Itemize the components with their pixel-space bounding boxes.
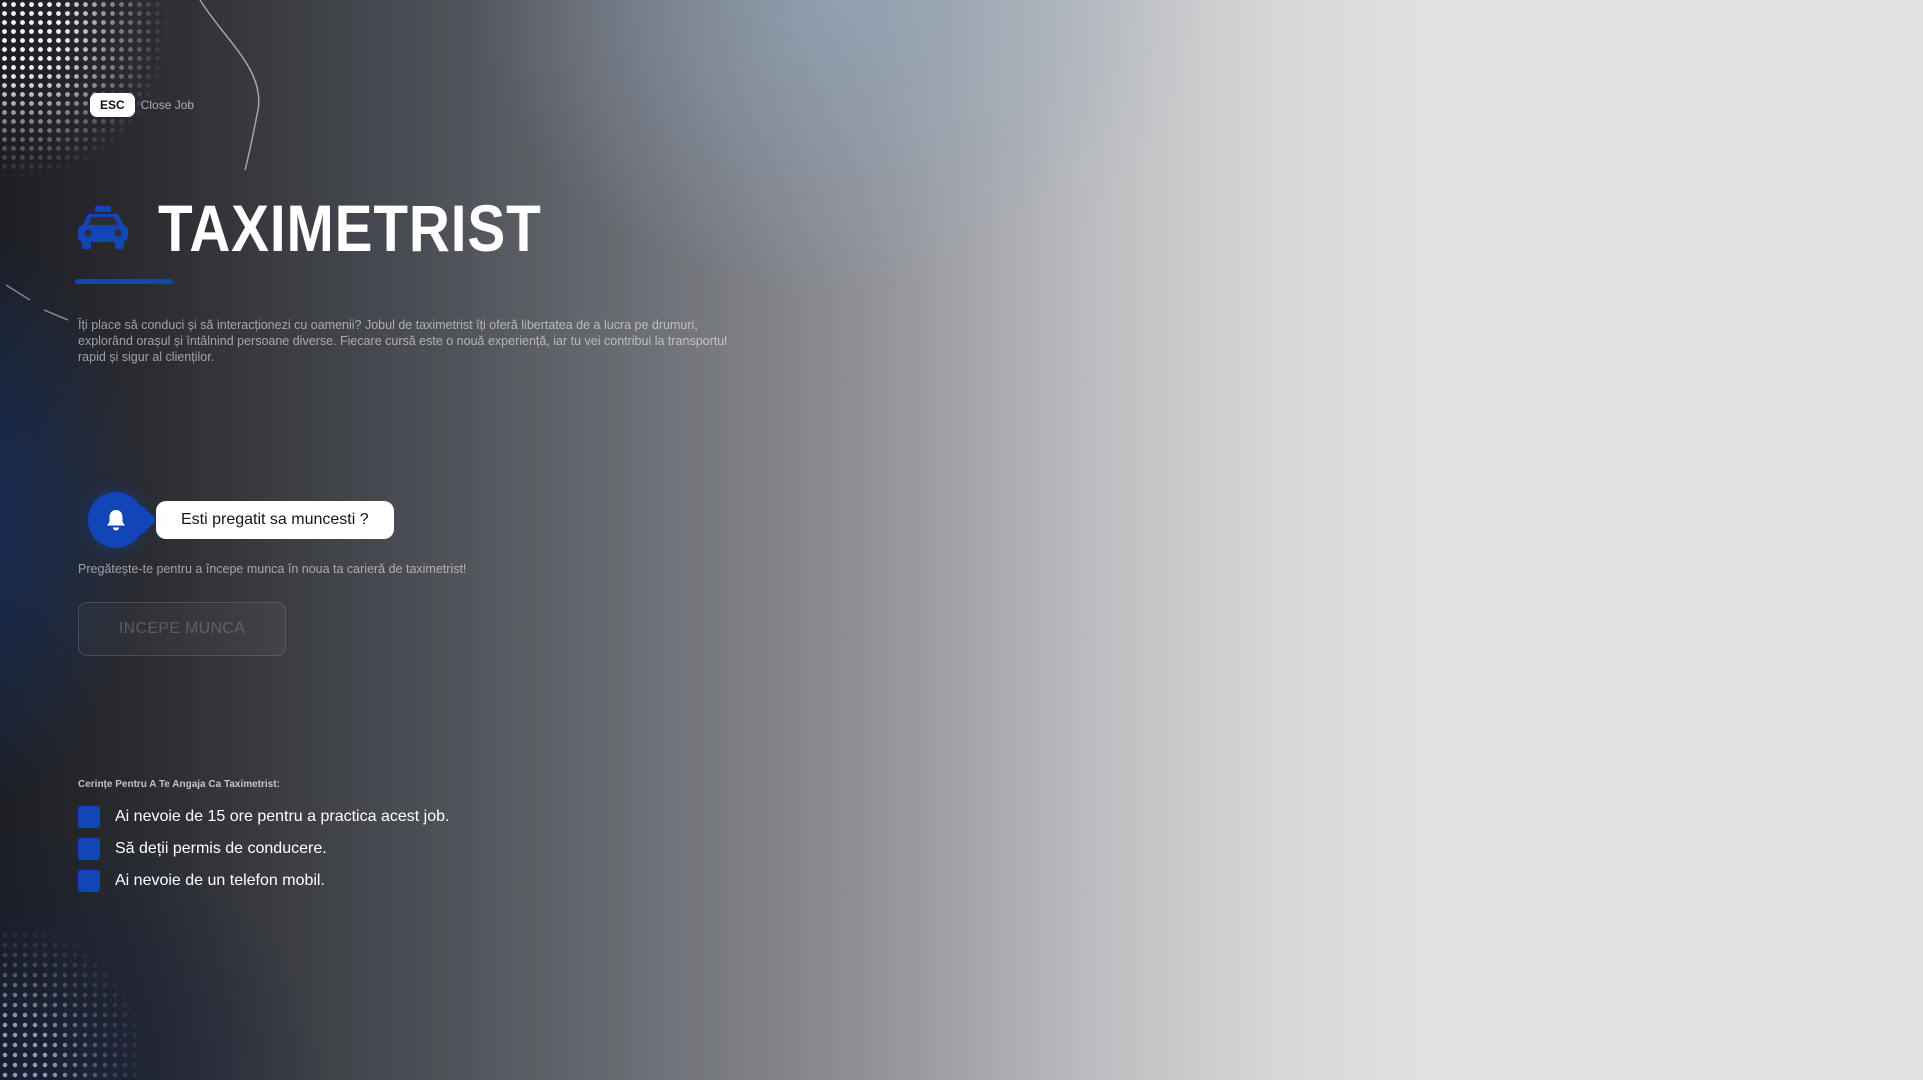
job-description: Îți place să conduci și să interacționez… (78, 318, 727, 364)
requirements-list: Ai nevoie de 15 ore pentru a practica ac… (78, 806, 449, 902)
requirement-text: Ai nevoie de 15 ore pentru a practica ac… (115, 808, 450, 825)
ready-notification: Esti pregatit sa muncesti ? (88, 492, 394, 548)
requirement-checkbox (78, 806, 100, 828)
ready-question: Esti pregatit sa muncesti ? (156, 501, 394, 539)
job-title: TAXIMETRIST (158, 191, 542, 265)
close-job-control[interactable]: ESC Close Job (90, 93, 194, 117)
taxi-icon (78, 206, 128, 249)
requirement-item: Să deții permis de conducere. (78, 838, 449, 860)
bell-icon (107, 510, 125, 531)
halftone-decoration-bottom (0, 900, 140, 1080)
requirement-item: Ai nevoie de 15 ore pentru a practica ac… (78, 806, 449, 828)
close-job-label[interactable]: Close Job (141, 98, 194, 112)
title-underline (75, 279, 173, 284)
requirement-checkbox (78, 870, 100, 892)
requirement-text: Să deții permis de conducere. (115, 840, 327, 857)
ready-subtext: Pregătește-te pentru a începe munca în n… (78, 562, 467, 576)
start-work-button[interactable]: INCEPE MUNCA (78, 602, 286, 656)
requirements-heading: Cerințe Pentru A Te Angaja Ca Taximetris… (78, 779, 280, 790)
requirement-item: Ai nevoie de un telefon mobil. (78, 870, 449, 892)
bell-badge (88, 492, 157, 548)
requirement-checkbox (78, 838, 100, 860)
job-header: TAXIMETRIST (78, 195, 604, 261)
esc-key-badge[interactable]: ESC (90, 93, 135, 117)
requirement-text: Ai nevoie de un telefon mobil. (115, 872, 325, 889)
